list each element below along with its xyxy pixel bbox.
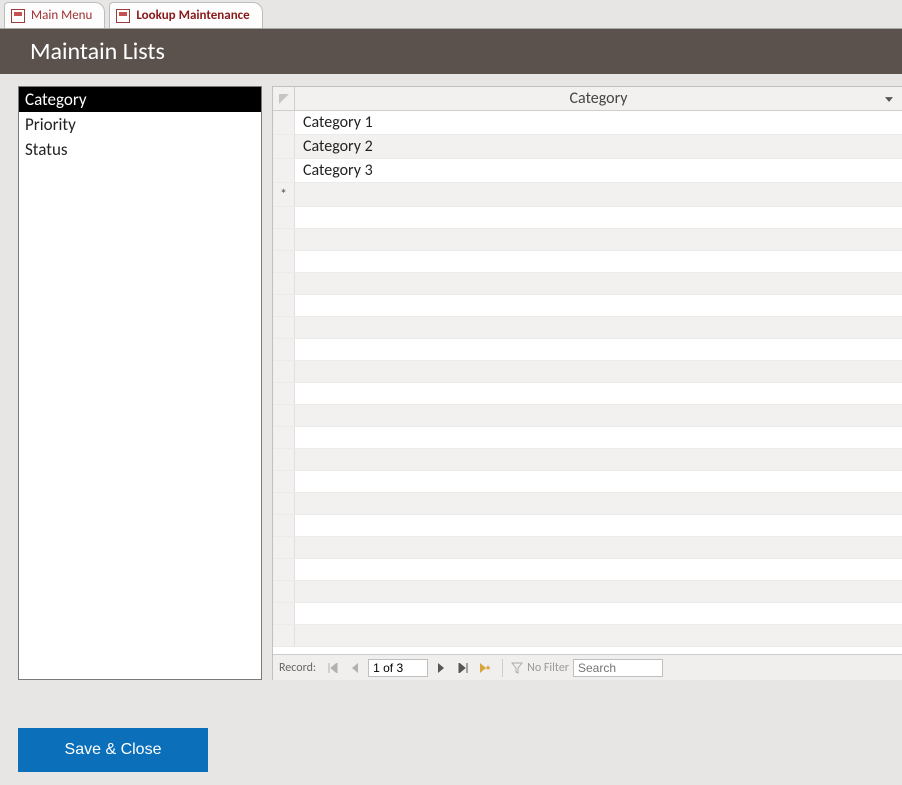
nav-new-button[interactable] <box>476 659 494 677</box>
sidebar-item-label: Priority <box>25 114 76 135</box>
save-close-label: Save & Close <box>65 741 162 758</box>
column-header-label: Category <box>570 89 628 108</box>
grid-header-row: Category <box>273 87 902 111</box>
footer: Save & Close <box>0 680 902 772</box>
new-record-icon <box>479 663 491 673</box>
chevron-down-icon <box>885 97 893 102</box>
form-icon <box>116 9 130 23</box>
record-position-input[interactable] <box>368 659 428 677</box>
record-label: Record: <box>279 661 316 675</box>
filter-icon <box>511 662 523 674</box>
cell-category[interactable] <box>295 183 902 206</box>
new-record-marker: * <box>273 183 295 206</box>
search-input[interactable] <box>573 659 663 677</box>
page-header: Maintain Lists <box>0 28 902 74</box>
row-selector[interactable] <box>273 135 295 158</box>
no-filter-label: No Filter <box>527 661 569 675</box>
save-close-button[interactable]: Save & Close <box>18 728 208 772</box>
prev-record-icon <box>351 663 359 673</box>
tab-bar: Main Menu Lookup Maintenance <box>0 0 902 28</box>
nav-first-button[interactable] <box>324 659 342 677</box>
column-filter-dropdown[interactable] <box>882 93 896 105</box>
form-icon <box>11 9 25 23</box>
next-record-icon <box>437 663 445 673</box>
page-title: Maintain Lists <box>30 37 165 66</box>
grid-data-rows: Category 1 Category 2 Category 3 * <box>273 111 902 207</box>
nav-last-button[interactable] <box>454 659 472 677</box>
row-selector[interactable] <box>273 159 295 182</box>
cell-category[interactable]: Category 2 <box>295 135 902 158</box>
sidebar-item-status[interactable]: Status <box>19 137 261 162</box>
select-all-cell[interactable] <box>273 87 295 110</box>
nav-next-button[interactable] <box>432 659 450 677</box>
no-filter-indicator[interactable]: No Filter <box>511 661 569 675</box>
cell-category[interactable]: Category 3 <box>295 159 902 182</box>
row-selector[interactable] <box>273 111 295 134</box>
sidebar-item-priority[interactable]: Priority <box>19 112 261 137</box>
first-record-icon <box>328 663 338 673</box>
sidebar-item-label: Status <box>25 139 68 160</box>
table-row[interactable]: Category 2 <box>273 135 902 159</box>
tab-lookup-maintenance[interactable]: Lookup Maintenance <box>109 2 262 28</box>
table-row[interactable]: Category 1 <box>273 111 902 135</box>
grid-body: Category 1 Category 2 Category 3 * <box>273 111 902 654</box>
tab-main-menu[interactable]: Main Menu <box>4 2 105 28</box>
record-navigator: Record: No Filter <box>273 654 902 680</box>
tab-label: Lookup Maintenance <box>136 8 249 23</box>
sidebar-item-label: Category <box>25 89 87 110</box>
grid-empty-area <box>273 207 902 647</box>
new-record-row[interactable]: * <box>273 183 902 207</box>
tab-label: Main Menu <box>31 8 92 23</box>
lookup-type-list: Category Priority Status <box>18 86 262 680</box>
table-row[interactable]: Category 3 <box>273 159 902 183</box>
cell-category[interactable]: Category 1 <box>295 111 902 134</box>
content-area: Category Priority Status Category <box>0 74 902 680</box>
column-header-category[interactable]: Category <box>295 87 902 110</box>
horizontal-scrollbar[interactable] <box>673 661 896 675</box>
sidebar-item-category[interactable]: Category <box>19 87 261 112</box>
select-all-icon <box>279 94 289 104</box>
last-record-icon <box>458 663 468 673</box>
datasheet: Category Category 1 Category 2 Categor <box>272 86 902 680</box>
nav-prev-button[interactable] <box>346 659 364 677</box>
nav-separator <box>502 659 503 677</box>
